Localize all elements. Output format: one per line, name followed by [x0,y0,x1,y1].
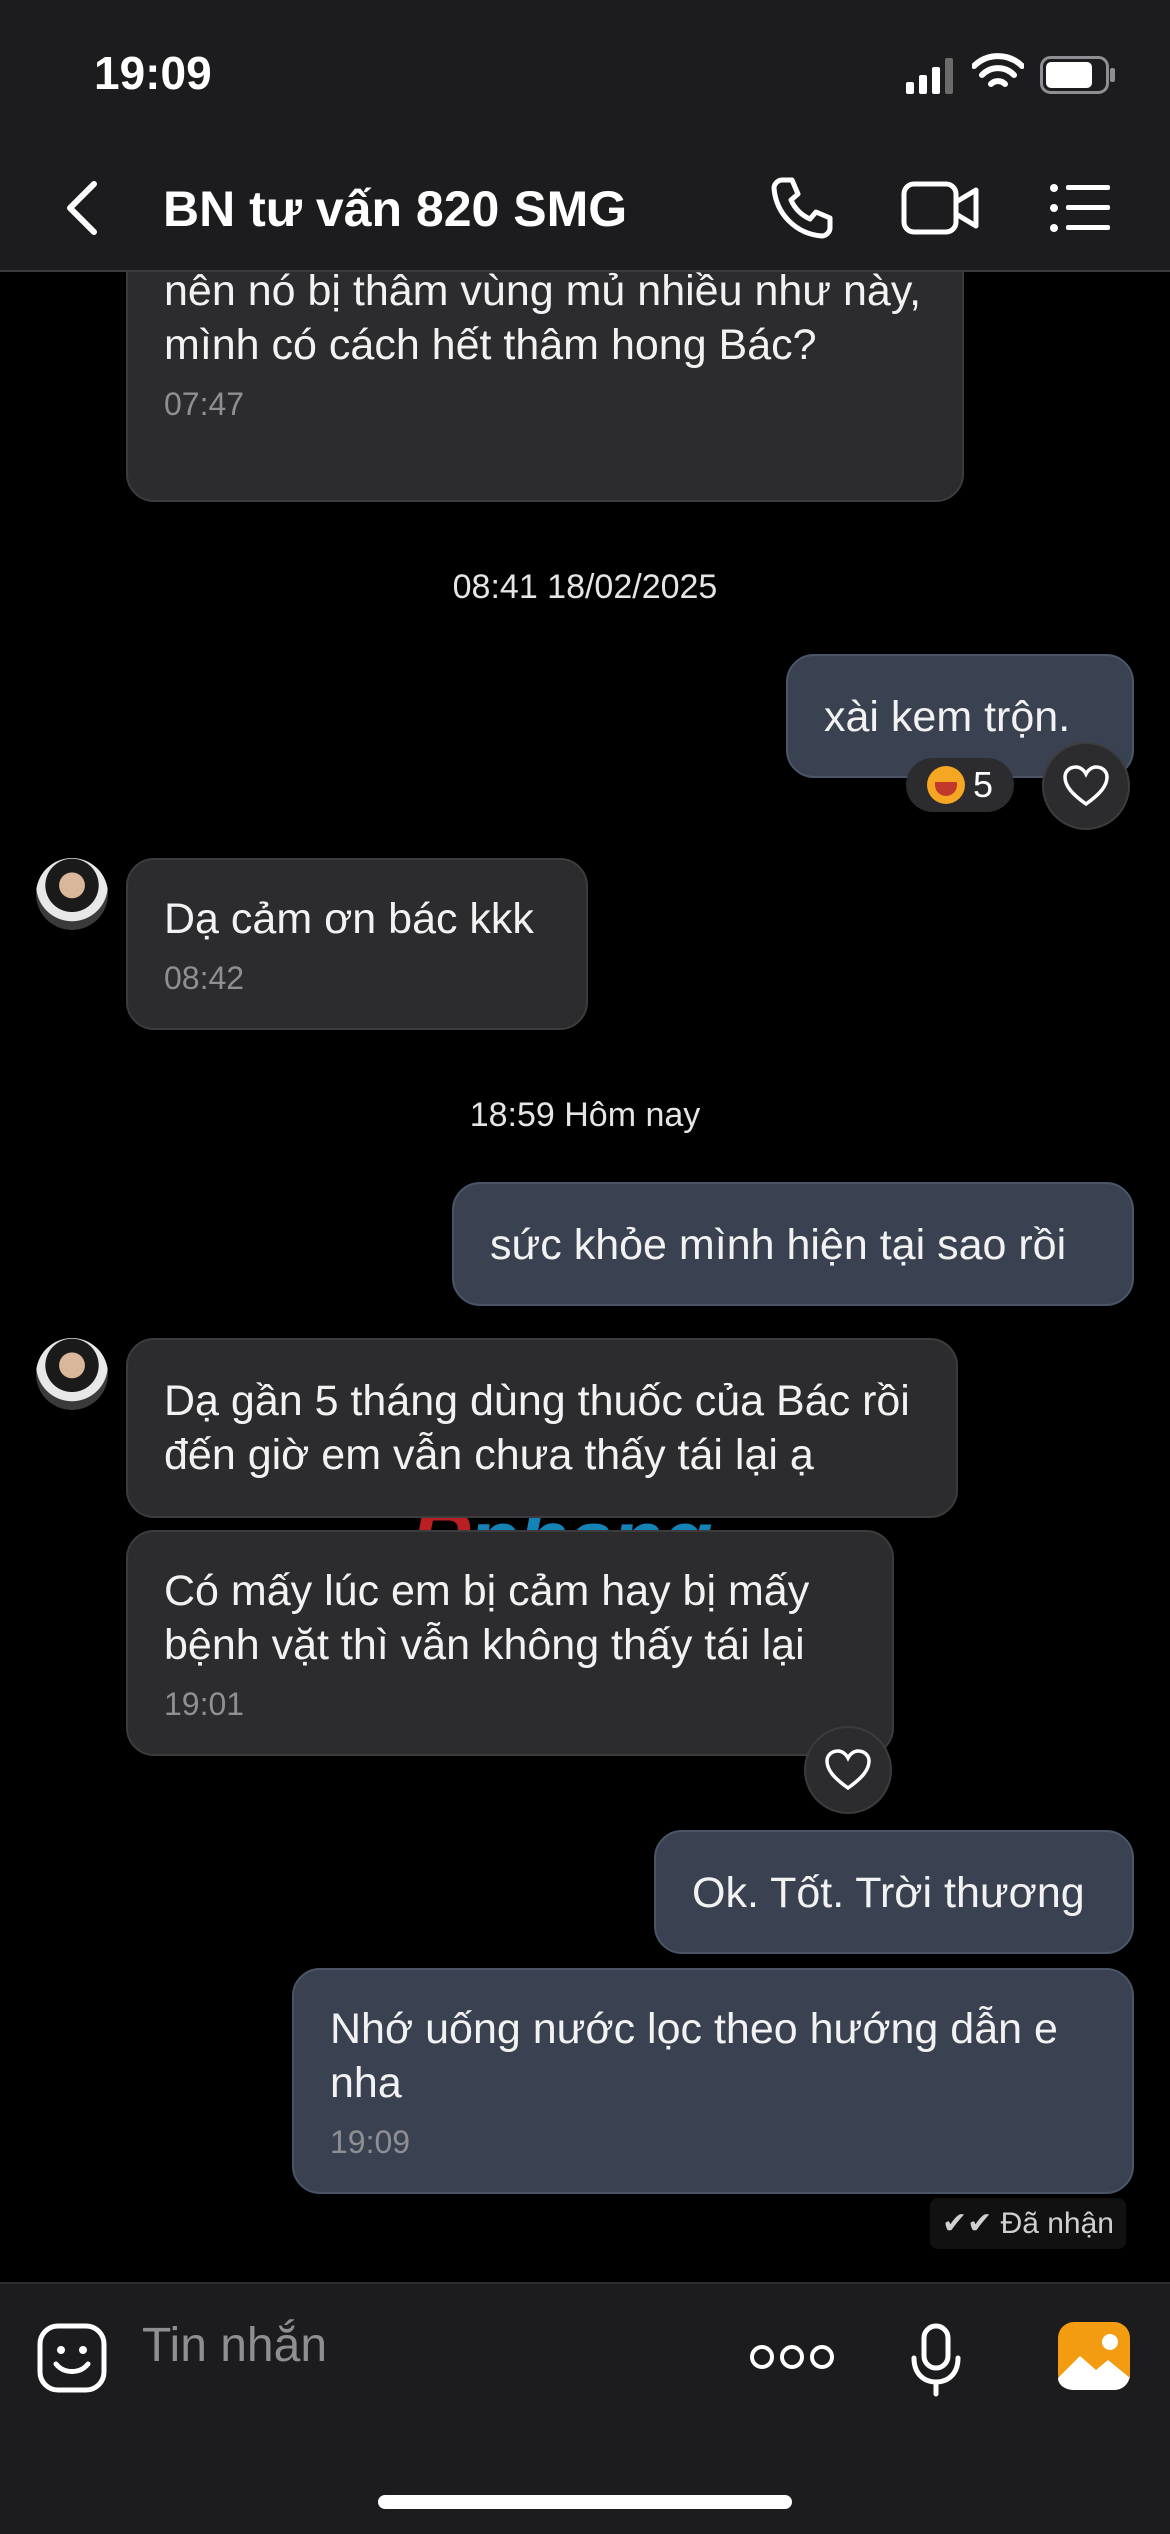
chat-title[interactable]: BN tư vấn 820 SMG [163,180,627,238]
heart-icon [825,1749,871,1791]
more-options-icon[interactable] [750,2342,834,2372]
home-indicator[interactable] [378,2495,792,2509]
message-text: nên nó bị thâm vùng mủ nhiều như này, mì… [164,272,922,369]
reaction-badge[interactable]: 5 [906,758,1014,812]
message-bubble-incoming[interactable]: Dạ gần 5 tháng dùng thuốc của Bác rồi đế… [126,1338,958,1518]
avatar[interactable] [36,858,108,930]
message-text: Ok. Tốt. Trời thương [692,1869,1085,1917]
chat-header: BN tư vấn 820 SMG [0,150,1170,272]
video-call-icon[interactable] [900,174,980,242]
signal-icon [906,58,953,94]
double-check-icon: ✔✔ [941,2207,993,2240]
battery-icon [1040,56,1115,94]
message-bubble-outgoing[interactable]: sức khỏe mình hiện tại sao rồi [452,1182,1134,1306]
message-input[interactable]: Tin nhắn [142,2318,327,2373]
message-list[interactable]: nên nó bị thâm vùng mủ nhiều như này, mì… [0,272,1170,2280]
message-bubble-outgoing[interactable]: Ok. Tốt. Trời thương [654,1830,1134,1954]
status-bar: 19:09 [0,0,1170,150]
message-bubble-incoming[interactable]: Có mấy lúc em bị cảm hay bị mấy bệnh vặt… [126,1530,894,1756]
avatar[interactable] [36,1338,108,1410]
heart-icon [1063,765,1109,807]
message-bubble-incoming[interactable]: nên nó bị thâm vùng mủ nhiều như này, mì… [126,272,964,502]
message-text: Nhớ uống nước lọc theo hướng dẫn e nha [330,2005,1058,2107]
status-time: 19:09 [94,47,212,99]
message-text: Dạ cảm ơn bác kkk [164,895,534,943]
message-text: sức khỏe mình hiện tại sao rồi [490,1221,1067,1269]
receipt-label: Đã nhận [1000,2207,1114,2240]
wifi-icon [972,53,1024,87]
message-time: 19:09 [330,2124,411,2160]
message-time: 07:47 [164,386,245,422]
back-arrow-icon[interactable] [60,176,104,240]
date-separator: 18:59 Hôm nay [469,1096,701,1134]
read-receipt: ✔✔ Đã nhận [929,2198,1126,2249]
laughing-emoji-icon [926,766,965,804]
microphone-icon[interactable] [908,2322,964,2398]
heart-react-button[interactable] [1042,742,1130,830]
date-separator: 08:41 18/02/2025 [452,568,718,606]
message-time: 19:01 [164,1686,245,1722]
sticker-icon[interactable] [36,2322,108,2394]
message-text: xài kem trộn. [824,693,1071,741]
phone-icon[interactable] [768,174,836,242]
reaction-count: 5 [972,764,994,805]
composer-bar: Tin nhắn [0,2282,1170,2534]
message-bubble-incoming[interactable]: Dạ cảm ơn bác kkk 08:42 [126,858,588,1030]
message-text: Dạ gần 5 tháng dùng thuốc của Bác rồi đế… [164,1377,910,1479]
message-time: 08:42 [164,960,245,996]
message-text: Có mấy lúc em bị cảm hay bị mấy bệnh vặt… [164,1567,810,1669]
menu-list-icon[interactable] [1048,174,1112,242]
heart-react-button[interactable] [804,1726,892,1814]
message-bubble-outgoing[interactable]: Nhớ uống nước lọc theo hướng dẫn e nha 1… [292,1968,1134,2194]
gallery-icon[interactable] [1056,2320,1132,2392]
